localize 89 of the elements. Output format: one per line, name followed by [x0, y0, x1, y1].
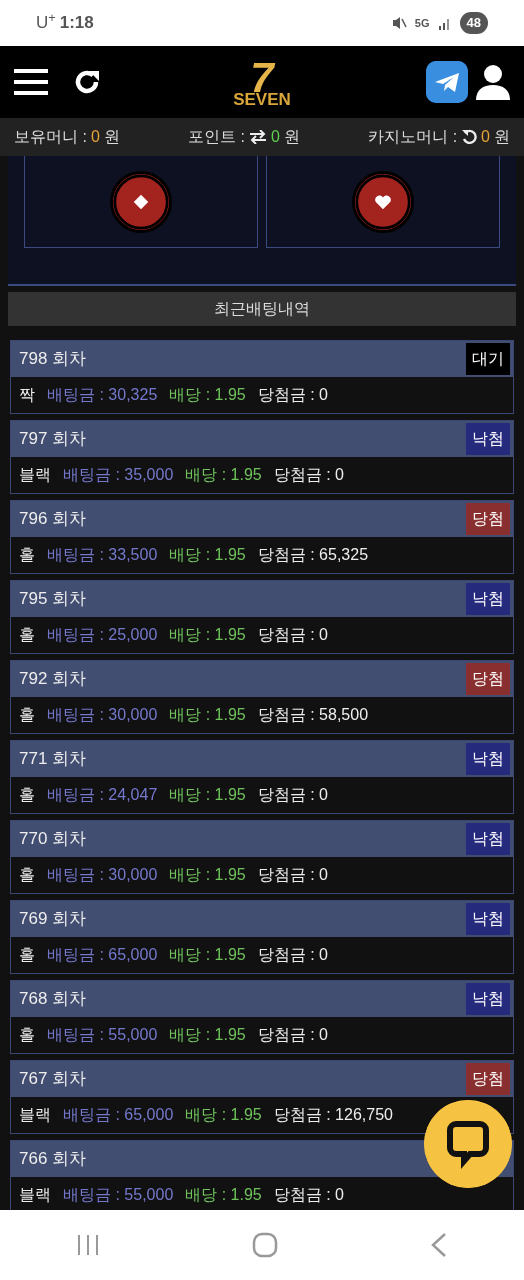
- round-label: 796 회차: [19, 508, 87, 531]
- signal-icon: [437, 16, 452, 30]
- payout-label: 당첨금 : 0: [257, 785, 328, 805]
- pick-label: 홀: [19, 625, 35, 645]
- balance-label: 포인트 :: [188, 127, 245, 147]
- odds-label: 배당 : 1.95: [169, 865, 246, 885]
- round-label: 769 회차: [19, 908, 87, 931]
- pick-label: 짝: [19, 385, 35, 405]
- round-label: 798 회차: [19, 348, 87, 371]
- exchange-icon[interactable]: [249, 130, 267, 144]
- payout-label: 당첨금 : 58,500: [257, 705, 369, 725]
- network-label: 5G: [414, 15, 430, 31]
- bet-amount: 배팅금 : 24,047: [47, 785, 158, 805]
- round-label: 766 회차: [19, 1148, 87, 1171]
- bet-amount: 배팅금 : 33,500: [47, 545, 158, 565]
- odds-label: 배당 : 1.95: [185, 1105, 262, 1125]
- bet-amount: 배팅금 : 25,000: [47, 625, 158, 645]
- payout-label: 당첨금 : 65,325: [257, 545, 369, 565]
- pick-label: 블랙: [19, 465, 51, 485]
- odds-label: 배당 : 1.95: [169, 625, 246, 645]
- balance-value: 0: [271, 127, 280, 147]
- status-badge: 낙첨: [466, 743, 510, 775]
- pick-label: 홀: [19, 705, 35, 725]
- payout-label: 당첨금 : 0: [273, 465, 344, 485]
- pick-label: 홀: [19, 945, 35, 965]
- payout-label: 당첨금 : 0: [257, 1025, 328, 1045]
- status-badge: 당첨: [466, 1063, 510, 1095]
- status-badge: 낙첨: [466, 903, 510, 935]
- bet-amount: 배팅금 : 55,000: [63, 1185, 174, 1205]
- payout-label: 당첨금 : 0: [257, 865, 328, 885]
- balance-label: 카지노머니 :: [368, 127, 458, 147]
- battery-level: 48: [459, 12, 488, 34]
- pick-label: 블랙: [19, 1185, 51, 1205]
- balance-label: 보유머니 :: [14, 127, 87, 147]
- bet-amount: 배팅금 : 55,000: [47, 1025, 158, 1045]
- clock: 1:18: [59, 12, 94, 35]
- round-label: 771 회차: [19, 748, 87, 771]
- round-label: 767 회차: [19, 1068, 87, 1091]
- round-label: 770 회차: [19, 828, 87, 851]
- payout-label: 당첨금 : 0: [257, 625, 328, 645]
- odds-label: 배당 : 1.95: [185, 1185, 262, 1205]
- odds-label: 배당 : 1.95: [169, 945, 246, 965]
- pick-label: 홀: [19, 545, 35, 565]
- bet-amount: 배팅금 : 35,000: [63, 465, 174, 485]
- bet-amount: 배팅금 : 65,000: [63, 1105, 174, 1125]
- user-icon[interactable]: [476, 64, 510, 100]
- currency-label: 원: [494, 127, 510, 147]
- status-badge: 당첨: [466, 503, 510, 535]
- home-icon[interactable]: [252, 1232, 278, 1258]
- status-badge: 낙첨: [466, 423, 510, 455]
- odds-label: 배당 : 1.95: [169, 385, 246, 405]
- currency-label: 원: [103, 127, 120, 147]
- round-label: 768 회차: [19, 988, 87, 1011]
- status-badge: 낙첨: [466, 583, 510, 615]
- pick-label: 홀: [19, 1025, 35, 1045]
- status-badge: 낙첨: [466, 823, 510, 855]
- payout-label: 당첨금 : 126,750: [273, 1105, 393, 1125]
- odds-label: 배당 : 1.95: [169, 1025, 246, 1045]
- pick-label: 블랙: [19, 1105, 51, 1125]
- status-badge: 낙첨: [466, 983, 510, 1015]
- recent-apps-icon[interactable]: [76, 1234, 100, 1256]
- payout-label: 당첨금 : 0: [257, 945, 328, 965]
- pick-label: 홀: [19, 865, 35, 885]
- carrier-label: U$^{+}$: [36, 10, 56, 35]
- bet-amount: 배팅금 : 30,325: [47, 385, 158, 405]
- balance-value: 0: [481, 127, 490, 147]
- back-icon[interactable]: [430, 1232, 448, 1258]
- currency-label: 원: [283, 127, 300, 147]
- bet-amount: 배팅금 : 30,000: [47, 865, 158, 885]
- status-badge: 당첨: [466, 663, 510, 695]
- payout-label: 당첨금 : 0: [257, 385, 328, 405]
- round-label: 792 회차: [19, 668, 87, 691]
- payout-label: 당첨금 : 0: [273, 1185, 344, 1205]
- mute-icon: [390, 15, 407, 31]
- menu-icon[interactable]: [14, 67, 48, 97]
- odds-label: 배당 : 1.95: [169, 785, 246, 805]
- round-label: 797 회차: [19, 428, 87, 451]
- bet-amount: 배팅금 : 65,000: [47, 945, 158, 965]
- refresh-icon[interactable]: [461, 129, 478, 145]
- odds-label: 배당 : 1.95: [185, 465, 262, 485]
- status-badge: 대기: [466, 343, 510, 375]
- pick-label: 홀: [19, 785, 35, 805]
- odds-label: 배당 : 1.95: [169, 545, 246, 565]
- odds-label: 배당 : 1.95: [169, 705, 246, 725]
- balance-value: 0: [90, 127, 100, 147]
- telegram-icon[interactable]: [426, 61, 468, 103]
- section-title: 최근배팅내역: [8, 292, 516, 326]
- bet-amount: 배팅금 : 30,000: [47, 705, 158, 725]
- round-label: 795 회차: [19, 588, 87, 611]
